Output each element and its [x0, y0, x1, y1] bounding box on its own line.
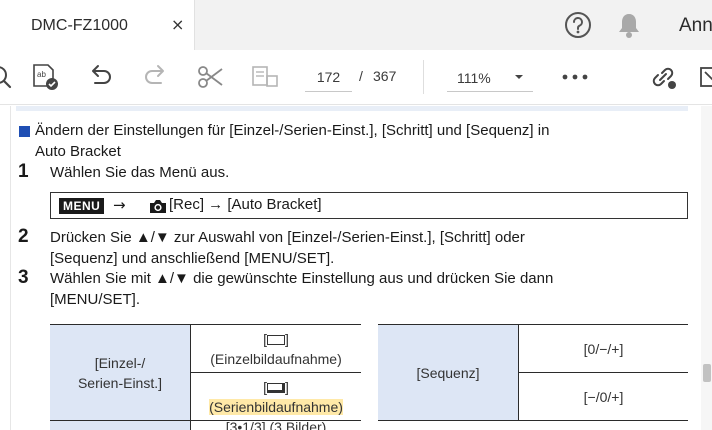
scrollbar-thumb[interactable]: [703, 364, 711, 382]
section-heading: Ändern der Einstellungen für [Einzel-/Se…: [35, 122, 550, 139]
page-number-input[interactable]: 172: [305, 62, 352, 92]
document-tab[interactable]: DMC-FZ1000 ×: [0, 0, 195, 50]
option-burst[interactable]: [] (Serienbildaufnahme): [191, 373, 361, 420]
edit-text-icon[interactable]: [250, 62, 280, 92]
menu-arrow: →: [113, 196, 126, 214]
help-icon[interactable]: [564, 11, 592, 39]
table-border: [191, 372, 361, 373]
burst-frame-icon: []: [263, 378, 289, 395]
table-border: [50, 420, 361, 421]
step-number: 3: [18, 267, 29, 288]
highlighted-option-label: (Serienbildaufnahme): [209, 398, 343, 415]
toolbar-divider: [423, 60, 424, 94]
svg-text:ab: ab: [37, 70, 46, 79]
tab-bar: DMC-FZ1000 × Ann: [0, 0, 712, 50]
section-heading-continued: Auto Bracket: [35, 143, 121, 160]
undo-icon[interactable]: [85, 62, 115, 92]
camera-icon: [150, 200, 166, 213]
section-bullet: [19, 126, 30, 137]
document-tab-title: DMC-FZ1000: [31, 17, 128, 34]
table-header-burst-settings: [Einzel-/ Serien-Einst.]: [50, 325, 190, 420]
table-header-next: [50, 420, 190, 430]
toolbar: ab 172 / 367 111%: [0, 50, 712, 105]
menu-path-box: MENU → [Rec] → [Auto Bracket]: [50, 192, 688, 219]
export-icon[interactable]: [698, 62, 712, 92]
option-step-partial: [3•1/3] (3 Bilder): [225, 420, 327, 430]
table-border: [378, 420, 688, 421]
step-text: Wählen Sie das Menü aus.: [50, 164, 230, 181]
step-text-continued: [MENU/SET].: [50, 291, 141, 308]
share-link-icon[interactable]: [648, 62, 678, 92]
step-text: Wählen Sie mit ▲/▼ die gewünschte Einste…: [50, 270, 554, 287]
table-border: [50, 324, 361, 325]
menu-path-text: [Rec] → [Auto Bracket]: [169, 196, 322, 213]
option-sequence-2[interactable]: [−/0/+]: [519, 373, 688, 420]
more-options-icon[interactable]: [561, 69, 589, 85]
zoom-value: 111%: [457, 70, 491, 86]
document-viewer[interactable]: Ändern der Einstellungen für [Einzel-/Se…: [0, 106, 712, 430]
redo-icon[interactable]: [141, 62, 171, 92]
account-name[interactable]: Ann: [679, 15, 712, 37]
single-frame-icon: []: [263, 330, 289, 347]
table-border: [190, 324, 191, 430]
step-text-continued: [Sequenz] und anschließend [MENU/SET].: [50, 250, 335, 267]
spell-check-icon[interactable]: ab: [31, 62, 61, 92]
zoom-tool-icon[interactable]: [0, 62, 26, 92]
close-tab-icon[interactable]: ×: [171, 15, 184, 34]
option-single-shot[interactable]: [] (Einzelbildaufnahme): [191, 325, 361, 372]
chevron-down-icon: [515, 75, 523, 79]
step-number: 2: [18, 226, 29, 247]
table-border: [519, 372, 688, 373]
section-band: [16, 106, 688, 111]
step-text: Drücken Sie ▲/▼ zur Auswahl von [Einzel-…: [50, 229, 525, 246]
table-border: [378, 324, 688, 325]
zoom-dropdown[interactable]: 111%: [447, 62, 533, 92]
menu-key-label: MENU: [59, 198, 105, 214]
cut-icon[interactable]: [196, 62, 226, 92]
page-total: 367: [373, 68, 397, 84]
option-sequence-1[interactable]: [0/−/+]: [519, 325, 688, 372]
page-edge: [10, 106, 11, 430]
page-separator: /: [359, 68, 363, 84]
step-number: 1: [18, 161, 29, 182]
notification-bell-icon[interactable]: [616, 11, 642, 39]
table-header-sequence: [Sequenz]: [378, 325, 518, 420]
